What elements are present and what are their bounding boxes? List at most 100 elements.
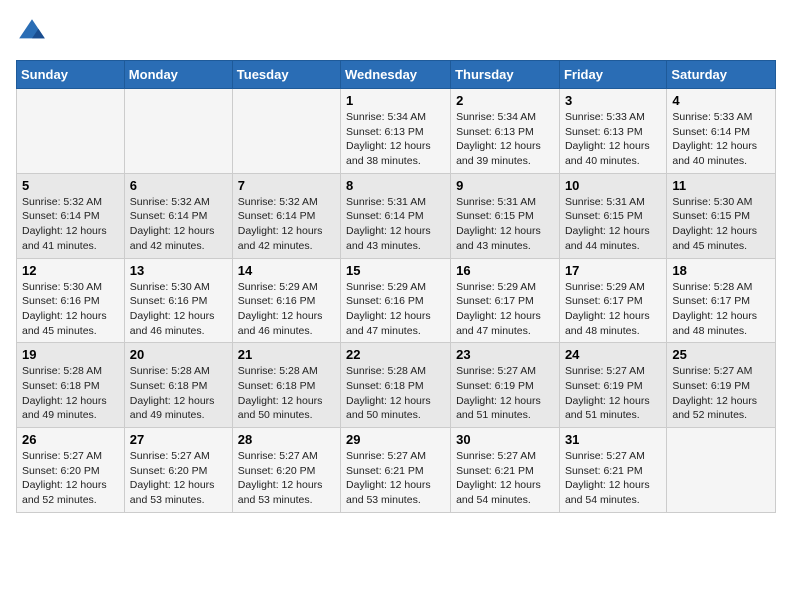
day-cell: 24 Sunrise: 5:27 AMSunset: 6:19 PMDayligh…: [559, 343, 666, 428]
day-number: 3: [565, 93, 661, 108]
day-info: Sunrise: 5:28 AMSunset: 6:18 PMDaylight:…: [130, 364, 227, 423]
day-info: Sunrise: 5:31 AMSunset: 6:15 PMDaylight:…: [565, 195, 661, 254]
day-info: Sunrise: 5:31 AMSunset: 6:14 PMDaylight:…: [346, 195, 445, 254]
calendar-body: 1 Sunrise: 5:34 AMSunset: 6:13 PMDaylight…: [17, 89, 776, 513]
week-row-1: 1 Sunrise: 5:34 AMSunset: 6:13 PMDaylight…: [17, 89, 776, 174]
day-cell: 19 Sunrise: 5:28 AMSunset: 6:18 PMDayligh…: [17, 343, 125, 428]
day-number: 24: [565, 347, 661, 362]
day-number: 2: [456, 93, 554, 108]
calendar-header: SundayMondayTuesdayWednesdayThursdayFrid…: [17, 61, 776, 89]
day-number: 16: [456, 263, 554, 278]
day-cell: [124, 89, 232, 174]
day-cell: 18 Sunrise: 5:28 AMSunset: 6:17 PMDayligh…: [667, 258, 776, 343]
day-info: Sunrise: 5:27 AMSunset: 6:20 PMDaylight:…: [238, 449, 335, 508]
week-row-3: 12 Sunrise: 5:30 AMSunset: 6:16 PMDayligh…: [17, 258, 776, 343]
day-info: Sunrise: 5:34 AMSunset: 6:13 PMDaylight:…: [456, 110, 554, 169]
column-header-friday: Friday: [559, 61, 666, 89]
day-info: Sunrise: 5:29 AMSunset: 6:17 PMDaylight:…: [456, 280, 554, 339]
day-cell: 17 Sunrise: 5:29 AMSunset: 6:17 PMDayligh…: [559, 258, 666, 343]
day-cell: 21 Sunrise: 5:28 AMSunset: 6:18 PMDayligh…: [232, 343, 340, 428]
day-info: Sunrise: 5:28 AMSunset: 6:18 PMDaylight:…: [22, 364, 119, 423]
day-info: Sunrise: 5:27 AMSunset: 6:19 PMDaylight:…: [565, 364, 661, 423]
day-cell: 30Sunrise: 5:27 AMSunset: 6:21 PMDayligh…: [451, 428, 560, 513]
day-number: 18: [672, 263, 770, 278]
day-cell: 26 Sunrise: 5:27 AMSunset: 6:20 PMDayligh…: [17, 428, 125, 513]
day-info: Sunrise: 5:30 AMSunset: 6:15 PMDaylight:…: [672, 195, 770, 254]
day-cell: 2 Sunrise: 5:34 AMSunset: 6:13 PMDaylight…: [451, 89, 560, 174]
day-info: Sunrise: 5:33 AMSunset: 6:14 PMDaylight:…: [672, 110, 770, 169]
day-number: 11: [672, 178, 770, 193]
header-row: SundayMondayTuesdayWednesdayThursdayFrid…: [17, 61, 776, 89]
day-number: 29: [346, 432, 445, 447]
day-info: Sunrise: 5:30 AMSunset: 6:16 PMDaylight:…: [22, 280, 119, 339]
day-cell: 12 Sunrise: 5:30 AMSunset: 6:16 PMDayligh…: [17, 258, 125, 343]
column-header-thursday: Thursday: [451, 61, 560, 89]
day-number: 8: [346, 178, 445, 193]
day-number: 28: [238, 432, 335, 447]
column-header-monday: Monday: [124, 61, 232, 89]
day-info: Sunrise: 5:34 AMSunset: 6:13 PMDaylight:…: [346, 110, 445, 169]
day-number: 25: [672, 347, 770, 362]
page-header: [16, 16, 776, 48]
day-info: Sunrise: 5:32 AMSunset: 6:14 PMDaylight:…: [22, 195, 119, 254]
day-info: Sunrise: 5:29 AMSunset: 6:17 PMDaylight:…: [565, 280, 661, 339]
column-header-sunday: Sunday: [17, 61, 125, 89]
day-cell: 13 Sunrise: 5:30 AMSunset: 6:16 PMDayligh…: [124, 258, 232, 343]
day-cell: 8 Sunrise: 5:31 AMSunset: 6:14 PMDaylight…: [341, 173, 451, 258]
column-header-tuesday: Tuesday: [232, 61, 340, 89]
day-cell: 14Sunrise: 5:29 AMSunset: 6:16 PMDayligh…: [232, 258, 340, 343]
day-cell: 16 Sunrise: 5:29 AMSunset: 6:17 PMDayligh…: [451, 258, 560, 343]
day-cell: 22Sunrise: 5:28 AMSunset: 6:18 PMDayligh…: [341, 343, 451, 428]
day-number: 1: [346, 93, 445, 108]
day-number: 19: [22, 347, 119, 362]
day-info: Sunrise: 5:28 AMSunset: 6:17 PMDaylight:…: [672, 280, 770, 339]
day-number: 17: [565, 263, 661, 278]
day-info: Sunrise: 5:29 AMSunset: 6:16 PMDaylight:…: [346, 280, 445, 339]
day-number: 20: [130, 347, 227, 362]
day-cell: 25 Sunrise: 5:27 AMSunset: 6:19 PMDayligh…: [667, 343, 776, 428]
logo: [16, 16, 52, 48]
day-cell: 27 Sunrise: 5:27 AMSunset: 6:20 PMDayligh…: [124, 428, 232, 513]
day-cell: 1 Sunrise: 5:34 AMSunset: 6:13 PMDaylight…: [341, 89, 451, 174]
day-number: 30: [456, 432, 554, 447]
day-cell: 31Sunrise: 5:27 AMSunset: 6:21 PMDayligh…: [559, 428, 666, 513]
day-info: Sunrise: 5:27 AMSunset: 6:20 PMDaylight:…: [22, 449, 119, 508]
week-row-4: 19 Sunrise: 5:28 AMSunset: 6:18 PMDayligh…: [17, 343, 776, 428]
day-number: 13: [130, 263, 227, 278]
day-number: 6: [130, 178, 227, 193]
week-row-5: 26 Sunrise: 5:27 AMSunset: 6:20 PMDayligh…: [17, 428, 776, 513]
day-info: Sunrise: 5:28 AMSunset: 6:18 PMDaylight:…: [346, 364, 445, 423]
day-cell: 28 Sunrise: 5:27 AMSunset: 6:20 PMDayligh…: [232, 428, 340, 513]
day-cell: 23Sunrise: 5:27 AMSunset: 6:19 PMDayligh…: [451, 343, 560, 428]
day-info: Sunrise: 5:30 AMSunset: 6:16 PMDaylight:…: [130, 280, 227, 339]
day-info: Sunrise: 5:27 AMSunset: 6:21 PMDaylight:…: [346, 449, 445, 508]
logo-icon: [16, 16, 48, 48]
day-cell: 9Sunrise: 5:31 AMSunset: 6:15 PMDaylight…: [451, 173, 560, 258]
day-number: 9: [456, 178, 554, 193]
day-info: Sunrise: 5:28 AMSunset: 6:18 PMDaylight:…: [238, 364, 335, 423]
column-header-wednesday: Wednesday: [341, 61, 451, 89]
day-info: Sunrise: 5:32 AMSunset: 6:14 PMDaylight:…: [130, 195, 227, 254]
day-cell: 15 Sunrise: 5:29 AMSunset: 6:16 PMDayligh…: [341, 258, 451, 343]
day-number: 15: [346, 263, 445, 278]
day-info: Sunrise: 5:32 AMSunset: 6:14 PMDaylight:…: [238, 195, 335, 254]
day-info: Sunrise: 5:27 AMSunset: 6:19 PMDaylight:…: [672, 364, 770, 423]
day-info: Sunrise: 5:33 AMSunset: 6:13 PMDaylight:…: [565, 110, 661, 169]
day-cell: 7Sunrise: 5:32 AMSunset: 6:14 PMDaylight…: [232, 173, 340, 258]
day-cell: 11 Sunrise: 5:30 AMSunset: 6:15 PMDayligh…: [667, 173, 776, 258]
day-number: 4: [672, 93, 770, 108]
day-number: 5: [22, 178, 119, 193]
day-info: Sunrise: 5:27 AMSunset: 6:20 PMDaylight:…: [130, 449, 227, 508]
day-number: 12: [22, 263, 119, 278]
week-row-2: 5 Sunrise: 5:32 AMSunset: 6:14 PMDaylight…: [17, 173, 776, 258]
day-number: 27: [130, 432, 227, 447]
column-header-saturday: Saturday: [667, 61, 776, 89]
day-info: Sunrise: 5:29 AMSunset: 6:16 PMDaylight:…: [238, 280, 335, 339]
day-cell: 3 Sunrise: 5:33 AMSunset: 6:13 PMDaylight…: [559, 89, 666, 174]
day-number: 26: [22, 432, 119, 447]
day-cell: 6 Sunrise: 5:32 AMSunset: 6:14 PMDaylight…: [124, 173, 232, 258]
day-cell: 10Sunrise: 5:31 AMSunset: 6:15 PMDayligh…: [559, 173, 666, 258]
day-cell: [232, 89, 340, 174]
day-number: 21: [238, 347, 335, 362]
day-info: Sunrise: 5:27 AMSunset: 6:19 PMDaylight:…: [456, 364, 554, 423]
